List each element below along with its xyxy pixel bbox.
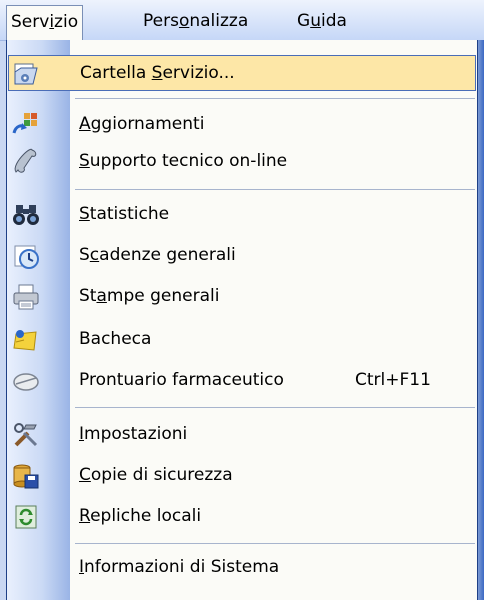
menu-item-statistiche[interactable]: Statistiche bbox=[8, 197, 476, 233]
service-folder-icon bbox=[11, 58, 43, 90]
menu-item-stampe-generali[interactable]: Stampe generali bbox=[8, 279, 476, 315]
menu-item-label: Repliche locali bbox=[79, 506, 202, 526]
menu-item-label: Stampe generali bbox=[79, 286, 220, 306]
menu-servizio[interactable]: Servizio bbox=[6, 5, 84, 41]
system-info-icon bbox=[10, 552, 42, 584]
binoculars-icon bbox=[10, 199, 42, 231]
menu-bar: Servizio Personalizza Guida bbox=[0, 0, 484, 41]
bulletin-board-icon bbox=[10, 324, 42, 356]
menu-item-label: Statistiche bbox=[79, 204, 170, 224]
menu-item-bacheca[interactable]: Bacheca bbox=[8, 322, 476, 358]
local-replica-icon bbox=[10, 501, 42, 533]
menu-item-supporto-tecnico[interactable]: Supporto tecnico on-line bbox=[8, 144, 476, 180]
menu-item-informazioni-di-sistema[interactable]: Informazioni di Sistema bbox=[8, 550, 476, 586]
pill-icon bbox=[10, 365, 42, 397]
backup-icon bbox=[10, 460, 42, 492]
menu-item-impostazioni[interactable]: Impostazioni bbox=[8, 417, 476, 453]
menu-personalizza[interactable]: Personalizza bbox=[139, 6, 252, 36]
menu-item-prontuario-farmaceutico[interactable]: Prontuario farmaceutico Ctrl+F11 bbox=[8, 363, 476, 399]
menu-item-repliche-locali[interactable]: Repliche locali bbox=[8, 499, 476, 535]
window-edge bbox=[478, 40, 484, 600]
clock-icon bbox=[10, 240, 42, 272]
menu-item-label: Informazioni di Sistema bbox=[79, 557, 280, 577]
menu-item-label: Bacheca bbox=[79, 329, 152, 349]
menu-item-label: Aggiornamenti bbox=[79, 114, 205, 134]
menu-separator bbox=[75, 407, 475, 408]
menu-separator bbox=[75, 98, 475, 99]
menu-separator bbox=[75, 189, 475, 190]
printer-icon bbox=[10, 281, 42, 313]
menu-item-copie-di-sicurezza[interactable]: Copie di sicurezza bbox=[8, 458, 476, 494]
phone-support-icon bbox=[10, 146, 42, 178]
menu-separator bbox=[75, 543, 475, 544]
updates-icon bbox=[10, 109, 42, 141]
menu-item-label: Cartella Servizio... bbox=[80, 63, 235, 83]
menu-item-aggiornamenti[interactable]: Aggiornamenti bbox=[8, 107, 476, 143]
menu-item-label: Scadenze generali bbox=[79, 245, 236, 265]
menu-item-cartella-servizio[interactable]: Cartella Servizio... bbox=[8, 55, 476, 91]
tools-icon bbox=[10, 419, 42, 451]
menu-item-label: Copie di sicurezza bbox=[79, 465, 233, 485]
menu-item-scadenze-generali[interactable]: Scadenze generali bbox=[8, 238, 476, 274]
menu-item-label: Supporto tecnico on-line bbox=[79, 151, 288, 171]
menu-item-label: Impostazioni bbox=[79, 424, 188, 444]
menu-item-label: Prontuario farmaceutico bbox=[79, 370, 284, 390]
menu-item-shortcut: Ctrl+F11 bbox=[355, 370, 431, 390]
servizio-dropdown-menu: Cartella Servizio... Aggiornamenti Suppo… bbox=[6, 40, 478, 600]
menu-guida[interactable]: Guida bbox=[293, 6, 351, 36]
